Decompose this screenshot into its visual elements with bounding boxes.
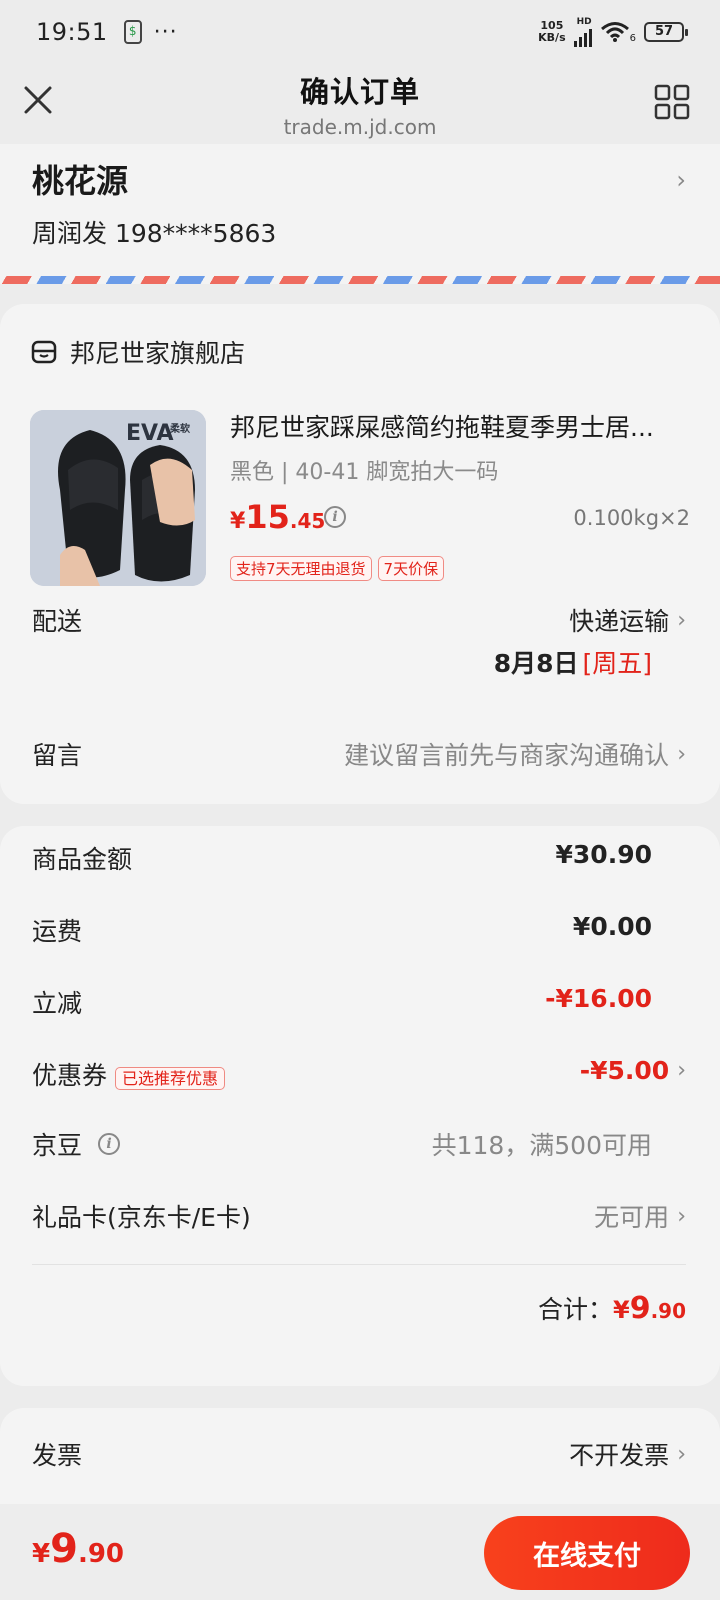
- checkout-bar: ¥ 9 .90 在线支付: [0, 1504, 720, 1600]
- status-indicators: 105 KB/s HD 6 57: [538, 17, 688, 47]
- chevron-right-icon: ›: [676, 166, 686, 194]
- order-item-card: 邦尼世家旗舰店 EVA 柔软 邦尼世家踩屎感简约拖鞋夏季男士居... 黑色 | …: [0, 304, 720, 804]
- product-weight: 0.100kg×2: [573, 506, 690, 530]
- jingdou-value: 共118，满500可用: [431, 1131, 652, 1160]
- delivery-date: 8月8日 [周五]: [493, 649, 652, 678]
- cell-signal-icon: HD: [573, 17, 592, 47]
- invoice-label: 发票: [32, 1441, 83, 1470]
- slipper-image: EVA 柔软: [30, 410, 206, 586]
- giftcard-label: 礼品卡(京东卡/E卡): [32, 1203, 251, 1232]
- service-tag: 支持7天无理由退货: [230, 556, 372, 581]
- more-notifications-icon: ···: [153, 19, 178, 45]
- svg-text:柔软: 柔软: [169, 422, 190, 435]
- network-speed: 105 KB/s: [538, 19, 566, 44]
- svg-text:EVA: EVA: [126, 421, 174, 446]
- status-time: 19:51: [36, 18, 108, 46]
- shop-header[interactable]: 邦尼世家旗舰店: [30, 334, 245, 370]
- shipping-label: 运费: [32, 917, 83, 946]
- address-contact: 周润发 198****5863: [32, 219, 277, 248]
- price-info-icon[interactable]: i: [324, 506, 346, 528]
- coupon-value[interactable]: -¥5.00 ›: [580, 1056, 686, 1085]
- nav-bar: 确认订单 trade.m.jd.com: [0, 64, 720, 144]
- message-input[interactable]: 建议留言前先与商家沟通确认 ›: [344, 736, 686, 772]
- page-url: trade.m.jd.com: [283, 115, 437, 139]
- giftcard-value[interactable]: 无可用 ›: [594, 1198, 686, 1234]
- coupon-label: 优惠券 已选推荐优惠: [32, 1056, 226, 1092]
- delivery-method[interactable]: 快递运输 ›: [569, 602, 686, 638]
- close-icon[interactable]: [22, 84, 54, 116]
- wifi-icon: [600, 22, 629, 42]
- chevron-right-icon: ›: [677, 741, 686, 767]
- chevron-right-icon: ›: [677, 1058, 686, 1083]
- pay-online-button[interactable]: 在线支付: [484, 1516, 690, 1590]
- chevron-right-icon: ›: [677, 1203, 686, 1229]
- service-tags: 支持7天无理由退货 7天价保: [230, 556, 445, 581]
- product-price: ¥ 15 .45: [230, 498, 326, 536]
- page-title: 确认订单: [299, 75, 420, 109]
- airmail-border: [0, 276, 720, 284]
- jingdou-info-icon[interactable]: i: [98, 1133, 121, 1155]
- store-icon: [31, 340, 57, 364]
- price-summary-card: 商品金额 ¥30.90 运费 ¥0.00 立减 -¥16.00 优惠券 已选推荐优…: [0, 826, 720, 1386]
- discount-label: 立减: [32, 989, 83, 1018]
- product-title[interactable]: 邦尼世家踩屎感简约拖鞋夏季男士居...: [230, 408, 690, 444]
- shop-name: 邦尼世家旗舰店: [70, 339, 246, 368]
- battery-icon: 57: [644, 22, 688, 42]
- coupon-tag: 已选推荐优惠: [115, 1067, 226, 1090]
- service-tag: 7天价保: [377, 556, 445, 581]
- jingdou-label: 京豆 i: [32, 1126, 121, 1162]
- address-section[interactable]: 桃花源 › 周润发 198****5863: [0, 144, 720, 284]
- goods-amount-value: ¥30.90: [555, 840, 652, 869]
- divider: [32, 1264, 686, 1265]
- goods-amount-label: 商品金额: [32, 845, 133, 874]
- address-name: 桃花源: [32, 162, 129, 200]
- invoice-value[interactable]: 不开发票 ›: [569, 1436, 686, 1472]
- discount-value: -¥16.00: [545, 984, 652, 1013]
- product-image[interactable]: EVA 柔软: [30, 410, 206, 586]
- invoice-card[interactable]: 发票 不开发票 ›: [0, 1408, 720, 1504]
- delivery-label: 配送: [32, 607, 83, 636]
- chevron-right-icon: ›: [677, 607, 686, 633]
- notification-icon: $: [123, 20, 142, 44]
- status-bar: 19:51 $ ··· 105 KB/s HD 6 57: [0, 0, 720, 64]
- message-label: 留言: [32, 741, 83, 770]
- grid-menu-icon[interactable]: [654, 84, 690, 120]
- product-spec: 黑色 | 40-41 脚宽拍大一码: [230, 460, 499, 485]
- total-amount: 合计： ¥ 9 .90: [537, 1291, 686, 1326]
- chevron-right-icon: ›: [677, 1441, 686, 1467]
- shipping-value: ¥0.00: [572, 912, 652, 941]
- wifi-band: 6: [629, 32, 636, 44]
- checkout-total: ¥ 9 .90: [32, 1526, 124, 1572]
